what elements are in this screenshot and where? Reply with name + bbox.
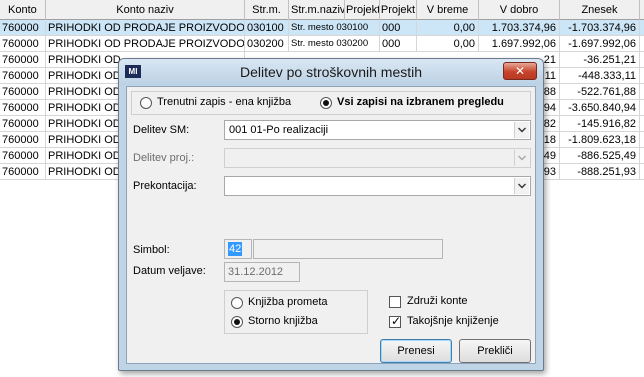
cell-konto-naziv: PRIHODKI OD PRODAJE PROIZVODOV [48, 20, 245, 36]
zdruzi-konte-checkbox[interactable] [389, 296, 401, 308]
check-icon: ✓ [391, 314, 402, 328]
datum-veljave-value: 31.12.2012 [228, 266, 284, 278]
radio-storno-knjizba-label[interactable]: Storno knjižba [248, 315, 318, 327]
takojsnje-knjizenje-checkbox[interactable]: ✓ [389, 314, 402, 328]
delitev-sm-value: 001 01-Po realizaciji [229, 124, 329, 136]
col-header-konto-naziv[interactable]: Konto naziv [46, 0, 245, 20]
simbol-label: Simbol: [133, 244, 170, 256]
chevron-down-icon[interactable] [514, 122, 529, 138]
datum-veljave-field[interactable]: 31.12.2012 [224, 262, 300, 282]
close-icon: ✕ [514, 64, 526, 78]
chevron-down-icon[interactable] [514, 178, 529, 194]
dialog-body: Trenutni zapis - ena knjižba Vsi zapisi … [126, 86, 536, 364]
cell-konto: 760000 [0, 84, 46, 100]
table-row[interactable]: 760000 PRIHODKI OD PRODAJE PROIZVODOV 03… [0, 36, 644, 52]
radio-all-records-label[interactable]: Vsi zapisi na izbranem pregledu [337, 96, 504, 108]
radio-knjizba-prometa[interactable] [231, 297, 243, 309]
col-header-znesek[interactable]: Znesek [560, 0, 640, 20]
dialog-titlebar[interactable]: MI Delitev po stroškovnih mestih ✕ [119, 59, 543, 85]
delitev-proj-combo [224, 148, 531, 168]
cell-znesek: -1.703.374,96 [560, 20, 640, 36]
cell-konto: 760000 [0, 100, 46, 116]
radio-current-record-label[interactable]: Trenutni zapis - ena knjižba [157, 96, 291, 108]
cell-konto: 760000 [0, 20, 46, 36]
radio-storno-knjizba[interactable] [231, 316, 243, 328]
cost-center-allocation-dialog: MI Delitev po stroškovnih mestih ✕ Trenu… [118, 58, 544, 371]
col-header-v-breme[interactable]: V breme [417, 0, 479, 20]
cell-konto: 760000 [0, 164, 46, 180]
radio-current-record[interactable] [140, 97, 152, 109]
close-button[interactable]: ✕ [503, 62, 537, 80]
zdruzi-konte-label[interactable]: Združi konte [407, 295, 468, 307]
cell-znesek: -36.251,21 [560, 52, 640, 68]
cell-znesek: -522.761,88 [560, 84, 640, 100]
simbol-code-field[interactable]: 42 [224, 239, 252, 259]
cell-v-breme: 0,00 [417, 36, 479, 52]
col-header-strm-naziv[interactable]: Str.m.naziv [289, 0, 345, 20]
prekontacija-combo[interactable] [224, 176, 531, 196]
cell-strm-naziv: Str. mesto 030200 [289, 36, 380, 52]
cell-konto: 760000 [0, 148, 46, 164]
col-header-projekt-2[interactable]: Projekt [380, 0, 417, 20]
col-header-strm[interactable]: Str.m. [245, 0, 289, 20]
prenesi-button[interactable]: Prenesi [380, 339, 452, 363]
cell-znesek: -3.650.840,94 [560, 100, 640, 116]
delitev-proj-label: Delitev proj.: [133, 152, 195, 164]
delitev-sm-combo[interactable]: 001 01-Po realizaciji [224, 120, 531, 140]
cell-znesek: -886.525,49 [560, 148, 640, 164]
posting-type-group: Knjižba prometa Storno knjižba [224, 290, 368, 334]
prekontacija-label: Prekontacija: [133, 180, 197, 192]
cell-projekt: 000 [380, 36, 417, 52]
table-row[interactable]: 760000 PRIHODKI OD PRODAJE PROIZVODOV 03… [0, 20, 644, 36]
cell-strm: 030100 [245, 20, 289, 36]
cell-konto: 760000 [0, 132, 46, 148]
col-header-v-dobro[interactable]: V dobro [479, 0, 560, 20]
cell-konto: 760000 [0, 116, 46, 132]
dialog-title: Delitev po stroškovnih mestih [239, 64, 423, 80]
grid-header: Konto Konto naziv Str.m. Str.m.naziv Pro… [0, 0, 644, 20]
chevron-down-icon [514, 150, 529, 166]
simbol-code-value: 42 [228, 242, 243, 256]
cell-znesek: -1.809.623,18 [560, 132, 640, 148]
takojsnje-knjizenje-label[interactable]: Takojšnje knjiženje [407, 315, 499, 327]
cell-znesek: -888.251,93 [560, 164, 640, 180]
cell-konto: 760000 [0, 52, 46, 68]
cell-strm-naziv: Str. mesto 030100 [289, 20, 380, 36]
cell-konto: 760000 [0, 36, 46, 52]
radio-all-records[interactable] [320, 97, 332, 109]
cell-znesek: -448.333,11 [560, 68, 640, 84]
delitev-sm-label: Delitev SM: [133, 124, 190, 136]
cell-znesek: -145.916,82 [560, 116, 640, 132]
col-header-konto[interactable]: Konto [0, 0, 46, 20]
datum-veljave-label: Datum veljave: [133, 265, 206, 277]
cell-v-breme: 0,00 [417, 20, 479, 36]
scope-radio-group: Trenutni zapis - ena knjižba Vsi zapisi … [131, 91, 531, 115]
cell-strm: 030200 [245, 36, 289, 52]
radio-knjizba-prometa-label[interactable]: Knjižba prometa [248, 296, 328, 308]
cell-znesek: -1.697.992,06 [560, 36, 640, 52]
cell-konto: 760000 [0, 68, 46, 84]
preklici-button[interactable]: Prekliči [459, 339, 531, 363]
simbol-name-field [253, 239, 443, 259]
cell-v-dobro: 1.697.992,06 [479, 36, 560, 52]
cell-konto-naziv: PRIHODKI OD PRODAJE PROIZVODOV [48, 36, 245, 52]
col-header-projekt[interactable]: Projekt [345, 0, 380, 20]
cell-v-dobro: 1.703.374,96 [479, 20, 560, 36]
cell-projekt: 000 [380, 20, 417, 36]
